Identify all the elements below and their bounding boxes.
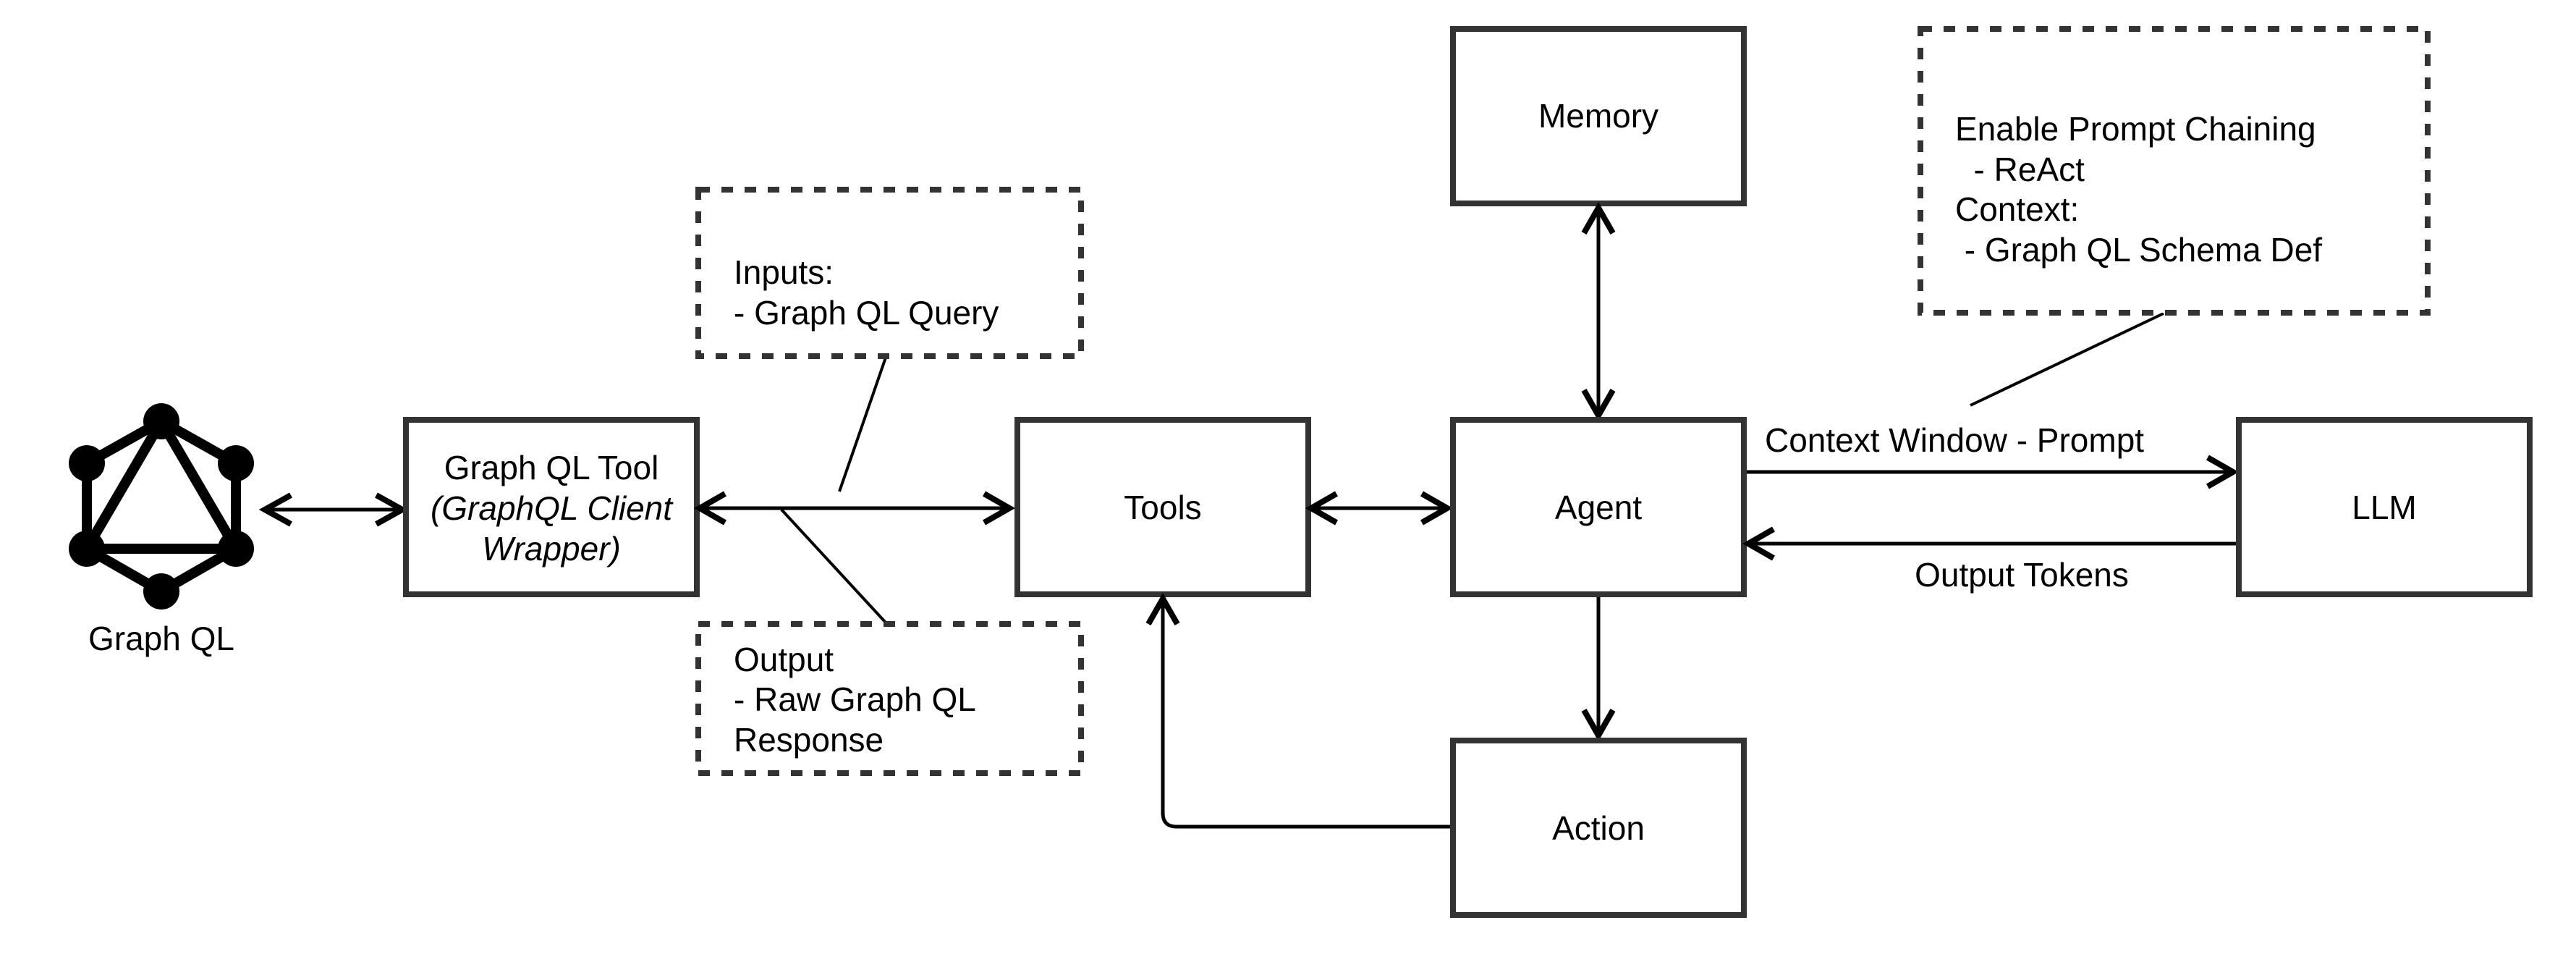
node-tools[interactable]: Tools xyxy=(1014,417,1311,597)
edge-memory-to-agent[interactable] xyxy=(1581,201,1616,422)
llm-label: LLM xyxy=(2352,489,2416,526)
note-output-line-3: Response xyxy=(734,721,884,759)
note-inputs: Inputs: - Graph QL Query xyxy=(695,187,1084,359)
graphql-tool-title: Graph QL Tool xyxy=(444,449,659,486)
edge-action-to-tools[interactable] xyxy=(1145,592,1450,829)
graphql-tool-subtitle-2: Wrapper) xyxy=(482,530,621,568)
graphql-tool-subtitle-1: (GraphQL Client xyxy=(431,489,674,527)
node-agent[interactable]: Agent xyxy=(1450,417,1747,597)
note-inputs-line-2: - Graph QL Query xyxy=(734,294,999,332)
node-action[interactable]: Action xyxy=(1450,738,1747,918)
edge-agent-to-action[interactable] xyxy=(1581,597,1616,742)
tools-label: Tools xyxy=(1124,489,1201,526)
note-inputs-line-1: Inputs: xyxy=(734,253,834,291)
note-prompt-line-4: - Graph QL Schema Def xyxy=(1955,231,2322,269)
edge-agent-to-llm[interactable] xyxy=(1747,455,2240,489)
note-output-line-1: Output xyxy=(734,641,834,678)
callout-line-inputs xyxy=(838,357,887,492)
node-llm[interactable]: LLM xyxy=(2236,417,2533,597)
callout-line-output xyxy=(780,508,887,624)
note-prompt-line-2: - ReAct xyxy=(1955,151,2085,188)
architecture-diagram: Graph QL Graph QL Tool (GraphQL Client W… xyxy=(69,26,2533,918)
callout-line-prompt xyxy=(1970,312,2164,407)
node-memory[interactable]: Memory xyxy=(1450,26,1747,206)
graphql-label: Graph QL xyxy=(88,620,234,657)
edge-tools-to-agent[interactable] xyxy=(1305,491,1454,526)
edge-label-context-window: Context Window - Prompt xyxy=(1765,421,2144,459)
note-prompt-line-1: Enable Prompt Chaining xyxy=(1955,110,2316,148)
action-label: Action xyxy=(1552,809,1645,847)
memory-label: Memory xyxy=(1538,97,1658,135)
note-prompt-chaining: Enable Prompt Chaining - ReAct Context: … xyxy=(1918,26,2431,316)
edge-tool-to-tools[interactable] xyxy=(693,491,1016,526)
note-output-line-2: - Raw Graph QL xyxy=(734,680,976,718)
note-output: Output - Raw Graph QL Response xyxy=(695,621,1084,776)
agent-label: Agent xyxy=(1555,489,1642,526)
edge-llm-to-agent[interactable] xyxy=(1742,526,2236,561)
note-prompt-line-3: Context: xyxy=(1955,190,2079,228)
node-graphql-tool[interactable]: Graph QL Tool (GraphQL Client Wrapper) xyxy=(403,417,700,597)
graphql-logo-icon xyxy=(69,403,254,610)
edge-graphql-to-tool[interactable] xyxy=(258,492,409,527)
edge-label-output-tokens: Output Tokens xyxy=(1915,556,2129,594)
